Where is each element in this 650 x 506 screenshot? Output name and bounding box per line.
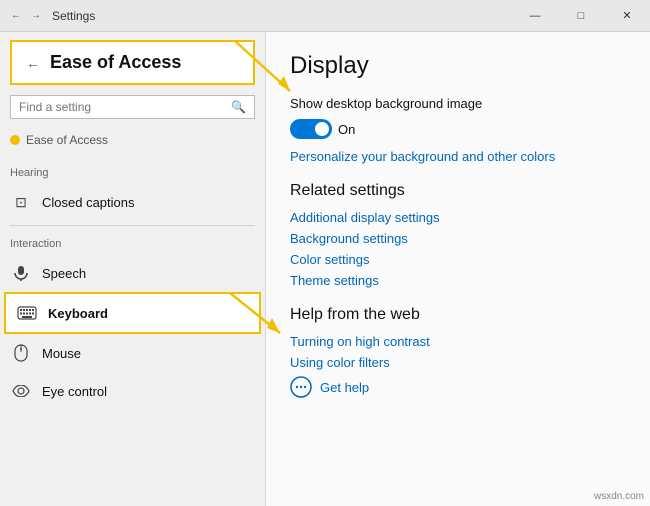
bg-image-label: Show desktop background image: [290, 96, 482, 111]
keyboard-icon: [16, 302, 38, 324]
search-icon: 🔍: [231, 100, 246, 114]
sidebar-item-mouse[interactable]: Mouse: [0, 334, 265, 372]
closed-captions-icon: ⊡: [10, 191, 32, 213]
related-link-3[interactable]: Theme settings: [290, 273, 626, 288]
sidebar-back-icon[interactable]: ←: [26, 55, 40, 71]
get-help-row: Get help: [290, 376, 626, 398]
speech-icon: [10, 262, 32, 284]
mouse-icon: [10, 342, 32, 364]
personalize-link[interactable]: Personalize your background and other co…: [290, 149, 626, 164]
sidebar-item-closed-captions[interactable]: ⊡ Closed captions: [0, 183, 265, 221]
divider-hearing: [10, 225, 255, 226]
toggle-label: On: [338, 122, 355, 137]
main-container: ← Ease of Access 🔍 Ease of Access Hearin…: [0, 32, 650, 506]
window-controls: — □ ✕: [512, 0, 650, 32]
content-area: Display Show desktop background image On…: [265, 32, 650, 506]
close-button[interactable]: ✕: [604, 0, 650, 32]
search-input[interactable]: [19, 100, 231, 114]
keyboard-label: Keyboard: [48, 306, 108, 321]
search-box[interactable]: 🔍: [10, 95, 255, 119]
eye-control-label: Eye control: [42, 384, 107, 399]
sidebar-item-keyboard[interactable]: Keyboard: [4, 292, 261, 334]
mouse-label: Mouse: [42, 346, 81, 361]
help-web-heading: Help from the web: [290, 306, 626, 324]
section-label-interaction: Interaction: [0, 230, 265, 254]
forward-button[interactable]: →: [28, 8, 44, 24]
help-link-1[interactable]: Using color filters: [290, 355, 626, 370]
related-link-1[interactable]: Background settings: [290, 231, 626, 246]
back-button[interactable]: ←: [8, 8, 24, 24]
sidebar-item-eye-control[interactable]: Eye control: [0, 372, 265, 410]
window-title: Settings: [52, 9, 95, 23]
maximize-button[interactable]: □: [558, 0, 604, 32]
toggle-knob: [315, 122, 329, 136]
help-link-0[interactable]: Turning on high contrast: [290, 334, 626, 349]
eye-control-icon: [10, 380, 32, 402]
sidebar: ← Ease of Access 🔍 Ease of Access Hearin…: [0, 32, 265, 506]
breadcrumb-row: Ease of Access: [0, 129, 265, 159]
related-settings-heading: Related settings: [290, 182, 626, 200]
content-title: Display: [290, 52, 626, 80]
ease-of-access-header-box[interactable]: ← Ease of Access: [10, 40, 255, 85]
related-link-0[interactable]: Additional display settings: [290, 210, 626, 225]
bg-image-row: Show desktop background image: [290, 96, 626, 111]
watermark: wsxdn.com: [594, 491, 644, 502]
breadcrumb-dot: [10, 135, 20, 145]
speech-label: Speech: [42, 266, 86, 281]
minimize-button[interactable]: —: [512, 0, 558, 32]
closed-captions-label: Closed captions: [42, 195, 135, 210]
titlebar: ← → Settings — □ ✕: [0, 0, 650, 32]
titlebar-left: ← → Settings: [8, 8, 95, 24]
breadcrumb-text: Ease of Access: [26, 133, 108, 147]
chat-icon: [290, 376, 312, 398]
get-help-link[interactable]: Get help: [320, 380, 369, 395]
ease-of-access-title: Ease of Access: [50, 52, 181, 73]
section-label-hearing: Hearing: [0, 159, 265, 183]
titlebar-nav: ← →: [8, 8, 44, 24]
toggle-row: On: [290, 119, 626, 139]
related-link-2[interactable]: Color settings: [290, 252, 626, 267]
sidebar-item-speech[interactable]: Speech: [0, 254, 265, 292]
bg-image-toggle[interactable]: [290, 119, 332, 139]
